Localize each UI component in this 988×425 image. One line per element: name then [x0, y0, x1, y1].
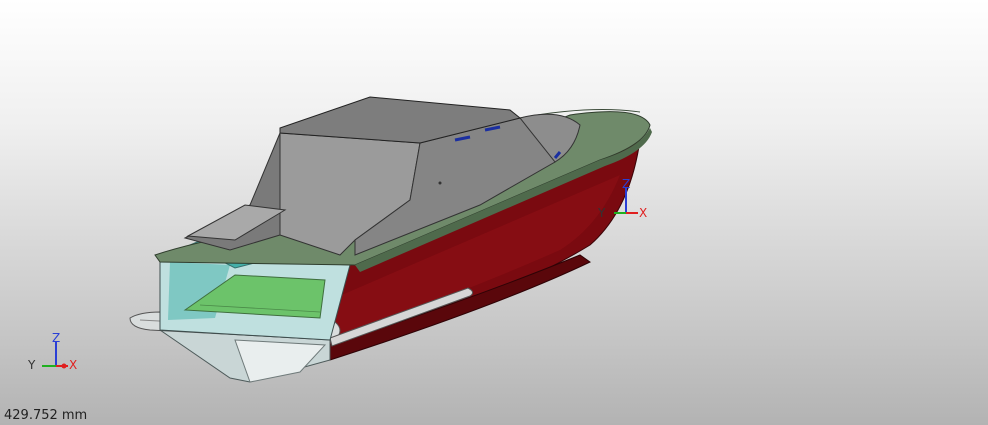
scale-readout: 429.752 mm [4, 408, 88, 423]
axis-label-y: Y [27, 358, 36, 372]
axis-label-z: Z [622, 177, 630, 191]
boat-model[interactable] [0, 0, 988, 425]
3d-viewport[interactable]: Z X Y Z X Y 429.752 mm [0, 0, 988, 425]
axis-label-y: Y [597, 206, 606, 220]
axis-label-x: X [639, 206, 647, 220]
axis-label-z: Z [52, 331, 60, 345]
axis-label-x: X [69, 358, 77, 372]
axis-triad-model: Z X Y [596, 177, 656, 224]
axis-triad-corner[interactable]: Z X Y [24, 330, 84, 374]
